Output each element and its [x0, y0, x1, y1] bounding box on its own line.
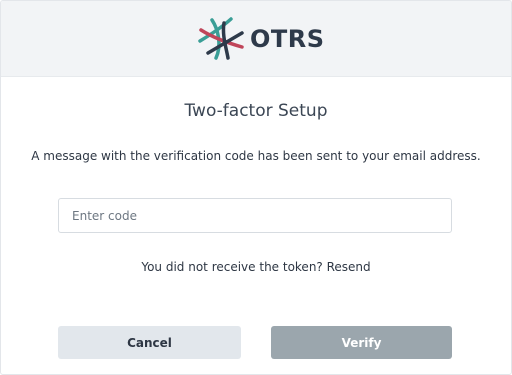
- resend-row: You did not receive the token? Resend: [1, 260, 511, 274]
- verify-button[interactable]: Verify: [271, 326, 452, 359]
- dialog-header: OTRS: [1, 1, 511, 77]
- otrs-logo-text: OTRS: [250, 25, 325, 53]
- verification-message: A message with the verification code has…: [31, 149, 481, 163]
- cancel-button[interactable]: Cancel: [58, 326, 241, 359]
- resend-prompt: You did not receive the token?: [141, 260, 327, 274]
- otrs-logo-icon: [198, 17, 244, 61]
- verification-code-input[interactable]: [58, 198, 452, 233]
- otrs-logo: OTRS: [198, 17, 325, 61]
- dialog-title: Two-factor Setup: [184, 101, 328, 121]
- two-factor-dialog: OTRS Two-factor Setup A message with the…: [0, 0, 512, 375]
- resend-link[interactable]: Resend: [327, 260, 371, 274]
